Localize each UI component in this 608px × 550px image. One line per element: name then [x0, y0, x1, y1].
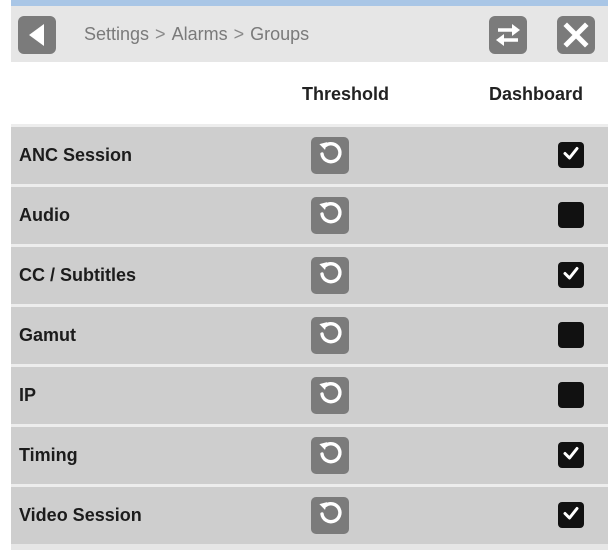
- alarm-group-label: ANC Session: [19, 145, 133, 165]
- reset-icon: [317, 440, 343, 471]
- alarm-group-label: Timing: [19, 445, 78, 465]
- threshold-reset-button[interactable]: [311, 257, 349, 294]
- dashboard-checkbox[interactable]: [558, 502, 584, 528]
- alarm-group-row-ip: IP: [11, 364, 608, 424]
- reset-icon: [317, 200, 343, 231]
- alarm-group-label: Audio: [19, 205, 70, 225]
- threshold-reset-button[interactable]: [311, 377, 349, 414]
- alarm-group-row-timing: Timing: [11, 424, 608, 484]
- header-bar: Settings > Alarms > Groups: [11, 6, 608, 62]
- alarm-group-label: Video Session: [19, 505, 142, 525]
- breadcrumb-separator: >: [155, 23, 166, 44]
- breadcrumb-settings[interactable]: Settings: [84, 24, 149, 45]
- dashboard-checkbox[interactable]: [558, 322, 584, 348]
- alarm-group-row-video-session: Video Session: [11, 484, 608, 544]
- reset-icon: [317, 500, 343, 531]
- column-headers: Threshold Dashboard: [11, 62, 608, 124]
- check-icon: [562, 144, 580, 167]
- dashboard-column-header: Dashboard: [489, 84, 584, 104]
- dashboard-checkbox[interactable]: [558, 442, 584, 468]
- close-button[interactable]: [557, 16, 595, 54]
- reset-icon: [317, 380, 343, 411]
- alarm-group-row-anc-session: ANC Session: [11, 124, 608, 184]
- bottom-bar: [11, 544, 608, 550]
- reset-icon: [317, 320, 343, 351]
- alarm-group-row-gamut: Gamut: [11, 304, 608, 364]
- alarm-group-row-audio: Audio: [11, 184, 608, 244]
- threshold-reset-button[interactable]: [311, 317, 349, 354]
- swap-button[interactable]: [489, 16, 527, 54]
- triangle-left-icon: [26, 22, 48, 48]
- threshold-column-header: Threshold: [302, 84, 390, 104]
- breadcrumb-groups: Groups: [250, 23, 310, 44]
- check-icon: [562, 504, 580, 527]
- alarm-groups-panel: Settings > Alarms > Groups Threshold Das…: [11, 6, 608, 550]
- alarm-group-list: ANC Session Audio CC / Subtitles Gamut I…: [11, 124, 608, 544]
- back-button[interactable]: [18, 16, 56, 54]
- swap-arrows-icon: [494, 21, 522, 49]
- dashboard-checkbox[interactable]: [558, 262, 584, 288]
- breadcrumb-separator: >: [233, 23, 245, 44]
- threshold-reset-button[interactable]: [311, 437, 349, 474]
- breadcrumb-alarms[interactable]: Alarms: [172, 24, 228, 45]
- alarm-group-label: Gamut: [19, 325, 77, 345]
- threshold-reset-button[interactable]: [311, 197, 349, 234]
- dashboard-checkbox[interactable]: [558, 382, 584, 408]
- alarm-group-label: CC / Subtitles: [19, 265, 137, 285]
- x-close-icon: [563, 22, 589, 48]
- check-icon: [562, 444, 580, 467]
- breadcrumb: Settings > Alarms > Groups: [84, 6, 309, 62]
- dashboard-checkbox[interactable]: [558, 202, 584, 228]
- threshold-reset-button[interactable]: [311, 137, 349, 174]
- reset-icon: [317, 140, 343, 171]
- threshold-reset-button[interactable]: [311, 497, 349, 534]
- alarm-group-row-cc-subtitles: CC / Subtitles: [11, 244, 608, 304]
- alarm-group-label: IP: [19, 385, 37, 405]
- check-icon: [562, 264, 580, 287]
- reset-icon: [317, 260, 343, 291]
- dashboard-checkbox[interactable]: [558, 142, 584, 168]
